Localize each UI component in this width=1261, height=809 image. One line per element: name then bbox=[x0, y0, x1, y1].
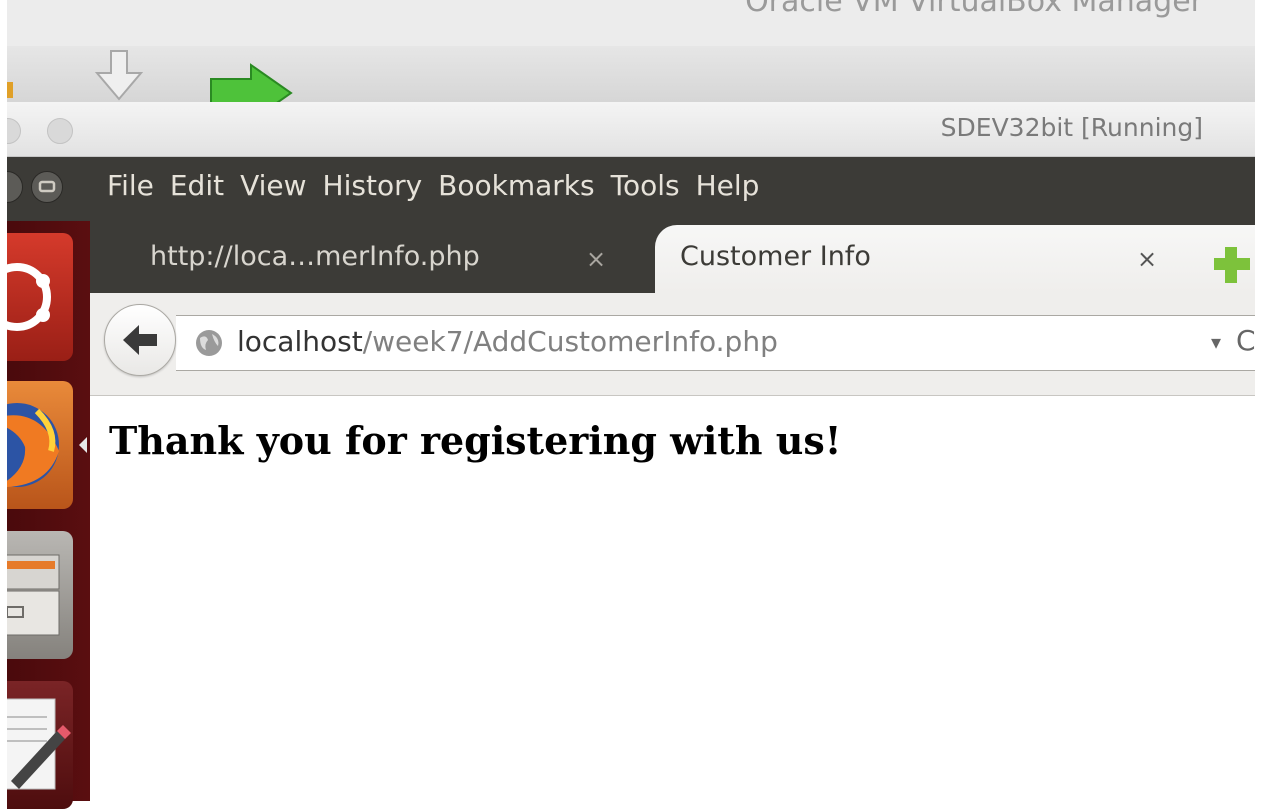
screenshot-edge-right bbox=[1255, 0, 1261, 801]
firefox-icon[interactable] bbox=[7, 381, 73, 509]
virtualbox-manager-toolbar bbox=[3, 46, 1255, 105]
ubuntu-minimize-button[interactable] bbox=[31, 171, 63, 203]
tab-active-title: Customer Info bbox=[680, 241, 871, 272]
new-tab-plus-icon[interactable] bbox=[1212, 245, 1252, 285]
virtualbox-manager-title: Oracle VM VirtualBox Manager bbox=[745, 0, 1203, 19]
menu-view[interactable]: View bbox=[240, 169, 320, 202]
tab-active-close-icon[interactable]: × bbox=[1137, 245, 1157, 273]
start-arrow-icon[interactable] bbox=[207, 49, 303, 105]
unity-launcher bbox=[7, 221, 91, 809]
url-dropdown-icon[interactable]: ▾ bbox=[1211, 330, 1221, 354]
minimize-icon bbox=[38, 180, 56, 193]
url-path: /week7/AddCustomerInfo.php bbox=[362, 325, 778, 358]
menu-history[interactable]: History bbox=[323, 169, 437, 202]
tab-inactive[interactable]: http://loca…merInfo.php × bbox=[138, 227, 738, 293]
page-heading: Thank you for registering with us! bbox=[109, 418, 842, 463]
menu-tools[interactable]: Tools bbox=[611, 169, 694, 202]
vm-window-title: SDEV32bit [Running] bbox=[940, 113, 1203, 142]
ubuntu-dash-icon[interactable] bbox=[7, 233, 73, 361]
menu-help[interactable]: Help bbox=[696, 169, 774, 202]
vm-window-titlebar: SDEV32bit [Running] bbox=[0, 102, 1255, 157]
screenshot-edge bbox=[0, 0, 7, 801]
url-text: localhost/week7/AddCustomerInfo.php bbox=[237, 325, 778, 358]
discard-arrow-icon[interactable] bbox=[79, 49, 169, 101]
virtualbox-manager-titlebar: Oracle VM VirtualBox Manager bbox=[7, 0, 1255, 46]
menu-items: File Edit View History Bookmarks Tools H… bbox=[107, 169, 775, 202]
text-editor-icon[interactable] bbox=[7, 681, 73, 809]
page-content: Thank you for registering with us! bbox=[90, 396, 1255, 801]
browser-nav-toolbar: localhost/week7/AddCustomerInfo.php ▾ C bbox=[90, 293, 1261, 396]
back-button[interactable] bbox=[104, 304, 176, 376]
tab-inactive-title: http://loca…merInfo.php bbox=[150, 241, 480, 272]
url-host: localhost bbox=[237, 325, 363, 358]
window-minimize-button[interactable] bbox=[47, 118, 73, 144]
files-icon[interactable] bbox=[7, 531, 73, 659]
globe-icon bbox=[196, 330, 222, 356]
tab-active[interactable]: Customer Info × bbox=[655, 225, 1261, 293]
application-menubar: File Edit View History Bookmarks Tools H… bbox=[0, 157, 1255, 221]
menu-bookmarks[interactable]: Bookmarks bbox=[438, 169, 608, 202]
browser-tab-strip: http://loca…merInfo.php × Customer Info … bbox=[90, 221, 1261, 293]
menu-edit[interactable]: Edit bbox=[170, 169, 238, 202]
active-indicator-icon bbox=[79, 437, 87, 453]
tab-inactive-close-icon[interactable]: × bbox=[586, 245, 606, 273]
reload-icon[interactable]: C bbox=[1236, 324, 1256, 357]
url-bar[interactable]: localhost/week7/AddCustomerInfo.php ▾ C bbox=[176, 315, 1261, 371]
back-arrow-icon bbox=[123, 325, 157, 355]
menu-file[interactable]: File bbox=[107, 169, 168, 202]
